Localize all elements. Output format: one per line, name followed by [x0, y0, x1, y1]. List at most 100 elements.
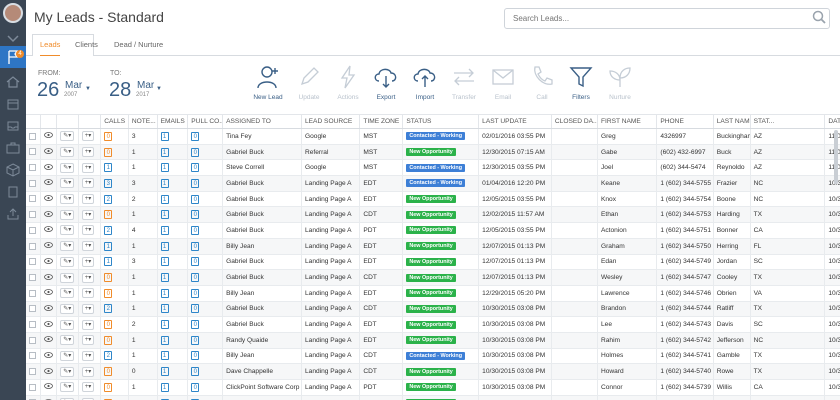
edit-menu[interactable]: ✎▾	[60, 288, 75, 299]
add-menu[interactable]: +▾	[81, 382, 95, 393]
eye-icon[interactable]	[43, 163, 53, 172]
status-badge[interactable]: New Opportunity	[406, 257, 456, 266]
emails-count[interactable]: 1	[160, 131, 169, 141]
chevron-down-icon[interactable]	[5, 30, 21, 46]
status-badge[interactable]: New Opportunity	[406, 383, 456, 392]
status-badge[interactable]: Contacted - Working	[406, 179, 465, 188]
nurture-button[interactable]: Nurture	[598, 64, 642, 101]
table-row[interactable]: ✎▾ +▾ 2 4 1 0 Gabriel Buck Landing Page A PDT New…	[26, 222, 840, 239]
edit-menu[interactable]: ✎▾	[60, 162, 75, 173]
pull-count[interactable]: 0	[191, 367, 200, 377]
emails-count[interactable]: 1	[160, 210, 169, 220]
calls-count[interactable]: 2	[104, 225, 113, 235]
column-header[interactable]: PULL CO...	[187, 114, 224, 129]
table-row[interactable]: ✎▾ +▾ 1 3 1 0 Gabriel Buck Landing Page A EDT New…	[26, 254, 840, 271]
status-badge[interactable]: New Opportunity	[406, 273, 456, 282]
calls-count[interactable]: 0	[104, 367, 113, 377]
emails-count[interactable]: 1	[160, 257, 169, 267]
status-badge[interactable]: New Opportunity	[406, 242, 456, 251]
row-checkbox[interactable]	[29, 289, 36, 297]
column-header[interactable]: DATE RECEIVED	[824, 114, 840, 129]
pull-count[interactable]: 0	[191, 225, 200, 235]
pull-count[interactable]: 0	[191, 382, 200, 392]
calls-count[interactable]: 0	[104, 335, 113, 345]
column-header[interactable]: EMAILS	[157, 114, 189, 129]
table-row[interactable]: ✎▾ +▾ 0 1 1 0 Gabriel Buck Landing Page A CDT New…	[26, 269, 840, 286]
column-header[interactable]: LAST UPDATE	[478, 114, 552, 129]
eye-icon[interactable]	[43, 242, 53, 250]
calls-count[interactable]: 1	[104, 241, 113, 251]
emails-count[interactable]: 1	[160, 367, 169, 377]
status-badge[interactable]: New Opportunity	[406, 210, 456, 219]
pull-count[interactable]: 0	[191, 147, 200, 157]
table-row[interactable]: ✎▾+▾0010Randy QuaideLanding Page AEDTNew…	[26, 395, 840, 400]
status-badge[interactable]: Contacted - Working	[406, 132, 465, 141]
table-row[interactable]: ✎▾ +▾ 0 3 1 0 Tina Fey Google MST Contacted - Wor…	[26, 128, 840, 145]
add-menu[interactable]: +▾	[81, 178, 95, 189]
calls-count[interactable]: 0	[104, 273, 113, 283]
column-header[interactable]: ASSIGNED TO	[222, 114, 302, 129]
row-checkbox[interactable]	[29, 132, 36, 140]
status-badge[interactable]: New Opportunity	[406, 320, 456, 329]
edit-menu[interactable]: ✎▾	[60, 303, 75, 314]
emails-count[interactable]: 1	[160, 163, 169, 173]
column-header[interactable]: LEAD SOURCE	[301, 114, 361, 129]
table-row[interactable]: ✎▾ +▾ 1 1 1 0 Steve Correll Google MST Contacted …	[26, 159, 840, 177]
eye-icon[interactable]	[43, 305, 53, 313]
pull-count[interactable]: 0	[191, 351, 200, 361]
calls-count[interactable]: 0	[104, 131, 113, 141]
pull-count[interactable]: 0	[191, 163, 200, 173]
add-menu[interactable]: +▾	[81, 366, 95, 377]
emails-count[interactable]: 1	[160, 382, 169, 392]
emails-count[interactable]: 1	[160, 147, 169, 157]
edit-menu[interactable]: ✎▾	[60, 335, 75, 346]
calls-count[interactable]: 0	[104, 320, 113, 330]
add-menu[interactable]: +▾	[81, 131, 95, 142]
add-menu[interactable]: +▾	[81, 225, 95, 236]
briefcase-icon[interactable]	[5, 140, 21, 156]
row-checkbox[interactable]	[29, 383, 36, 391]
add-menu[interactable]: +▾	[81, 288, 95, 299]
eye-icon[interactable]	[43, 257, 53, 266]
row-checkbox[interactable]	[29, 258, 36, 266]
pull-count[interactable]: 0	[191, 288, 200, 298]
edit-menu[interactable]: ✎▾	[60, 225, 75, 236]
transfer-button[interactable]: Transfer	[442, 64, 486, 101]
row-checkbox[interactable]	[29, 226, 36, 234]
row-checkbox[interactable]	[29, 242, 36, 250]
edit-menu[interactable]: ✎▾	[60, 194, 75, 205]
emails-count[interactable]: 1	[160, 351, 169, 361]
add-menu[interactable]: +▾	[81, 241, 95, 252]
calls-count[interactable]: 1	[104, 163, 113, 173]
edit-menu[interactable]: ✎▾	[60, 366, 75, 377]
eye-icon[interactable]	[43, 367, 53, 376]
emails-count[interactable]: 1	[160, 304, 169, 314]
emails-count[interactable]: 1	[160, 288, 169, 298]
calendar-icon[interactable]	[5, 96, 21, 112]
add-menu[interactable]: +▾	[81, 319, 95, 330]
pull-count[interactable]: 0	[191, 131, 200, 141]
import-button[interactable]: Import	[403, 64, 447, 101]
status-badge[interactable]: New Opportunity	[406, 289, 456, 298]
eye-icon[interactable]	[43, 148, 53, 156]
emails-count[interactable]: 1	[160, 241, 169, 251]
edit-menu[interactable]: ✎▾	[60, 209, 75, 220]
pull-count[interactable]: 0	[191, 241, 200, 251]
pull-count[interactable]: 0	[191, 210, 200, 220]
table-row[interactable]: ✎▾ +▾ 2 1 1 0 Gabriel Buck Landing Page A CDT New…	[26, 301, 840, 318]
status-badge[interactable]: Contacted - Working	[406, 351, 465, 360]
eye-icon[interactable]	[43, 352, 53, 360]
status-badge[interactable]: New Opportunity	[406, 148, 456, 157]
filters-button[interactable]: Filters	[559, 64, 603, 101]
edit-menu[interactable]: ✎▾	[60, 147, 75, 158]
status-badge[interactable]: New Opportunity	[406, 226, 456, 235]
column-header[interactable]: CLOSED DA...	[551, 114, 598, 129]
table-row[interactable]: ✎▾ +▾ 0 1 1 0 ClickPoint Software Corp Landing …	[26, 379, 840, 396]
column-header[interactable]: FIRST NAME	[597, 114, 658, 129]
table-row[interactable]: ✎▾ +▾ 0 1 1 0 Gabriel Buck Landing Page A CDT New…	[26, 206, 840, 224]
eye-icon[interactable]	[43, 289, 53, 297]
pull-count[interactable]: 0	[191, 304, 200, 314]
row-checkbox[interactable]	[29, 211, 36, 219]
calls-count[interactable]: 0	[104, 288, 113, 298]
row-checkbox[interactable]	[29, 352, 36, 360]
